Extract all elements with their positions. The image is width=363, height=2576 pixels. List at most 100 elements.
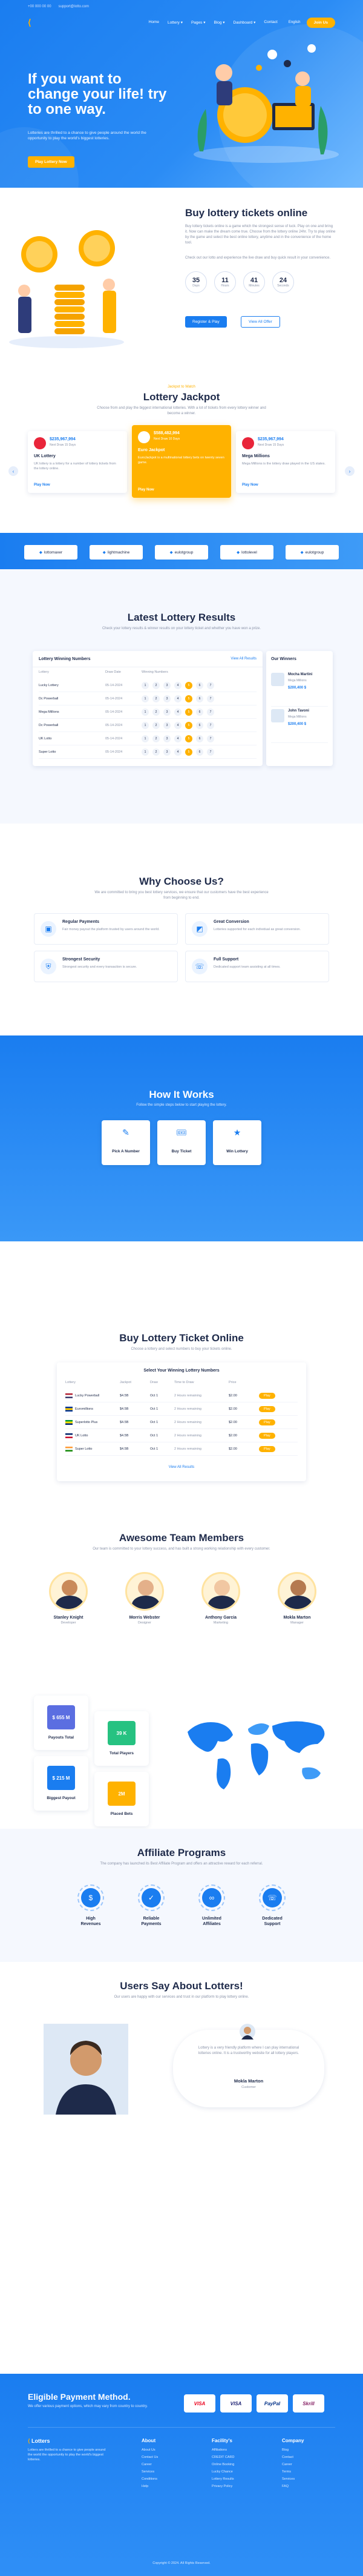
nav-item[interactable]: Contact [264, 20, 277, 25]
why-card: ◩ Great Conversion Lotteries supported for… [185, 913, 329, 945]
online-col-header: Time to Draw [174, 1381, 194, 1384]
timer-unit: 41 Minutes [243, 271, 265, 293]
footer-link[interactable]: Online Booking [212, 2463, 272, 2466]
col-lottery: Lottery [39, 670, 49, 674]
row-lottery-name: Euromillions [75, 1407, 93, 1411]
nav-item[interactable]: Home [149, 20, 159, 25]
join-button[interactable]: Join Us [306, 17, 335, 28]
partner-logo[interactable]: ◆ eulotgroup [286, 545, 339, 560]
step-card: ★ Win Lottery [213, 1120, 261, 1165]
footer-link[interactable]: Conditions [142, 2477, 202, 2481]
row-lottery: Lucky Lottery [39, 683, 59, 687]
footer-link[interactable]: CREDIT CARD [212, 2455, 272, 2459]
jackpot-card[interactable]: $235,967,994 Next Draw 15 Days Mega Millio… [236, 431, 335, 493]
play-button[interactable]: Play [259, 1419, 275, 1425]
testimonial-title: Users Say About Lotters! [120, 1980, 243, 1992]
payment-card: PayPal [257, 2394, 288, 2413]
play-now-link[interactable]: Play Now [242, 483, 258, 487]
chevron-right-icon[interactable]: › [345, 466, 355, 476]
jackpot-card[interactable]: $235,967,994 Next Draw 15 Days UK Lottery U… [28, 431, 127, 493]
timer-value: 11 [221, 277, 229, 284]
affiliate-icon-ring: $ [77, 1884, 104, 1911]
jackpot-text: EuroJackpot is a multinational lottery b… [138, 456, 224, 464]
row-numbers: 1234567 [142, 735, 214, 742]
affiliate-label: Unlimited Affiliates [202, 1917, 221, 1926]
row-lottery: Dc Powerball [39, 696, 59, 701]
number-ball: 4 [174, 735, 182, 742]
results-section: Latest Lottery Results Check your lotter… [0, 569, 363, 824]
number-ball: 5 [185, 708, 192, 716]
partner-logo[interactable]: ◆ eulotgroup [155, 545, 208, 560]
flag-icon [65, 1419, 73, 1425]
footer-link[interactable]: Terms [282, 2470, 342, 2474]
number-ball: 3 [163, 748, 171, 756]
register-play-button[interactable]: Register & Play [185, 316, 227, 328]
footer-link[interactable]: Contact Us [142, 2455, 202, 2459]
timer-label: Seconds [277, 284, 289, 288]
affiliate-section: Affiliate Programs The company has launc… [0, 1829, 363, 1962]
play-button[interactable]: Play [259, 1392, 275, 1399]
view-all-results-link[interactable]: View All Results [231, 657, 257, 661]
row-numbers: 1234567 [142, 721, 214, 729]
footer-link[interactable]: FAQ [282, 2485, 342, 2488]
nav-item[interactable]: Blog ▾ [214, 20, 224, 25]
nav-item[interactable]: Dashboard ▾ [234, 20, 256, 25]
online-view-all-link[interactable]: View All Results [57, 1465, 306, 1469]
affiliate-icon-ring: ✓ [138, 1884, 165, 1911]
revenue-icon: $ [81, 1888, 100, 1907]
row-jackpot: $4.5B [120, 1447, 129, 1451]
view-offer-button[interactable]: View All Offer [241, 316, 280, 328]
footer-link[interactable]: Services [282, 2477, 342, 2481]
footer-link[interactable]: About Us [142, 2448, 202, 2452]
footer-link[interactable]: Lottery Results [212, 2477, 272, 2481]
nav-item[interactable]: Lottery ▾ [168, 20, 183, 25]
footer-link[interactable]: Help [142, 2485, 202, 2488]
phone-text[interactable]: +00 000 00 00 [28, 5, 51, 8]
number-ball: 3 [163, 721, 171, 729]
chevron-left-icon[interactable]: ‹ [8, 466, 18, 476]
results-table-header: Lottery Draw Date Winning Numbers [39, 670, 168, 674]
member-name: Stanley Knight [53, 1616, 83, 1620]
winner-amount: $200,400 $ [288, 722, 307, 726]
footer-link[interactable]: Privacy Policy [212, 2485, 272, 2488]
footer-link[interactable]: Career [142, 2463, 202, 2466]
logo-icon[interactable]: ⟨ [28, 18, 39, 27]
play-now-link[interactable]: Play Now [138, 488, 154, 492]
nav-item[interactable]: Pages ▾ [191, 20, 206, 25]
number-ball: 3 [163, 735, 171, 742]
affiliate-item: ✓ Reliable Payments [127, 1884, 175, 1927]
table-row: UK Lotto 05-14-2024 1 2 3 4 5 6 7 [39, 732, 257, 745]
footer-link[interactable]: Affiliations [212, 2448, 272, 2452]
row-lottery-name: Super Lotto [75, 1447, 93, 1451]
play-button[interactable]: Play [259, 1445, 275, 1452]
play-now-link[interactable]: Play Now [34, 483, 50, 487]
payment-title: Eligible Payment Method. [28, 2392, 131, 2402]
play-button[interactable]: Play [259, 1432, 275, 1439]
row-time: 2 Hours remaining [174, 1433, 201, 1438]
trophy-icon: ★ [233, 1128, 241, 1137]
results-rows: Lucky Lottery 05-14-2024 1 2 3 4 5 6 7 Dc Powerba… [39, 679, 257, 759]
footer-logo[interactable]: ⟨ Lotters [28, 2438, 50, 2445]
footer-link[interactable]: Blog [282, 2448, 342, 2452]
language-select[interactable]: English [289, 21, 301, 24]
footer-link[interactable]: Lucky Chance [212, 2470, 272, 2474]
partner-icon: ◆ [169, 550, 173, 555]
jackpot-card[interactable]: $588,482,994 Next Draw 10 Days Euro Jackpo… [132, 425, 231, 498]
email-text[interactable]: support@lotto.com [59, 5, 89, 8]
partner-icon: ◆ [39, 550, 42, 555]
number-ball: 7 [207, 695, 214, 702]
footer-link[interactable]: Career [282, 2463, 342, 2466]
hero-cta-button[interactable]: Play Lottery Now [28, 156, 74, 168]
partner-logo[interactable]: ◆ lightmachine [90, 545, 143, 560]
avatar-face [138, 1580, 154, 1596]
row-date: 05-14-2024 [105, 683, 123, 687]
footer-link[interactable]: Contact [282, 2455, 342, 2459]
flag-icon [65, 1433, 73, 1438]
number-ball: 5 [185, 695, 192, 702]
number-ball: 6 [196, 748, 203, 756]
play-button[interactable]: Play [259, 1405, 275, 1412]
partner-logo[interactable]: ◆ lottomaxer [24, 545, 77, 560]
partner-logo[interactable]: ◆ lottolevel [220, 545, 273, 560]
affiliate-subtitle: The company has launched its Best Affili… [100, 1862, 263, 1866]
footer-link[interactable]: Services [142, 2470, 202, 2474]
